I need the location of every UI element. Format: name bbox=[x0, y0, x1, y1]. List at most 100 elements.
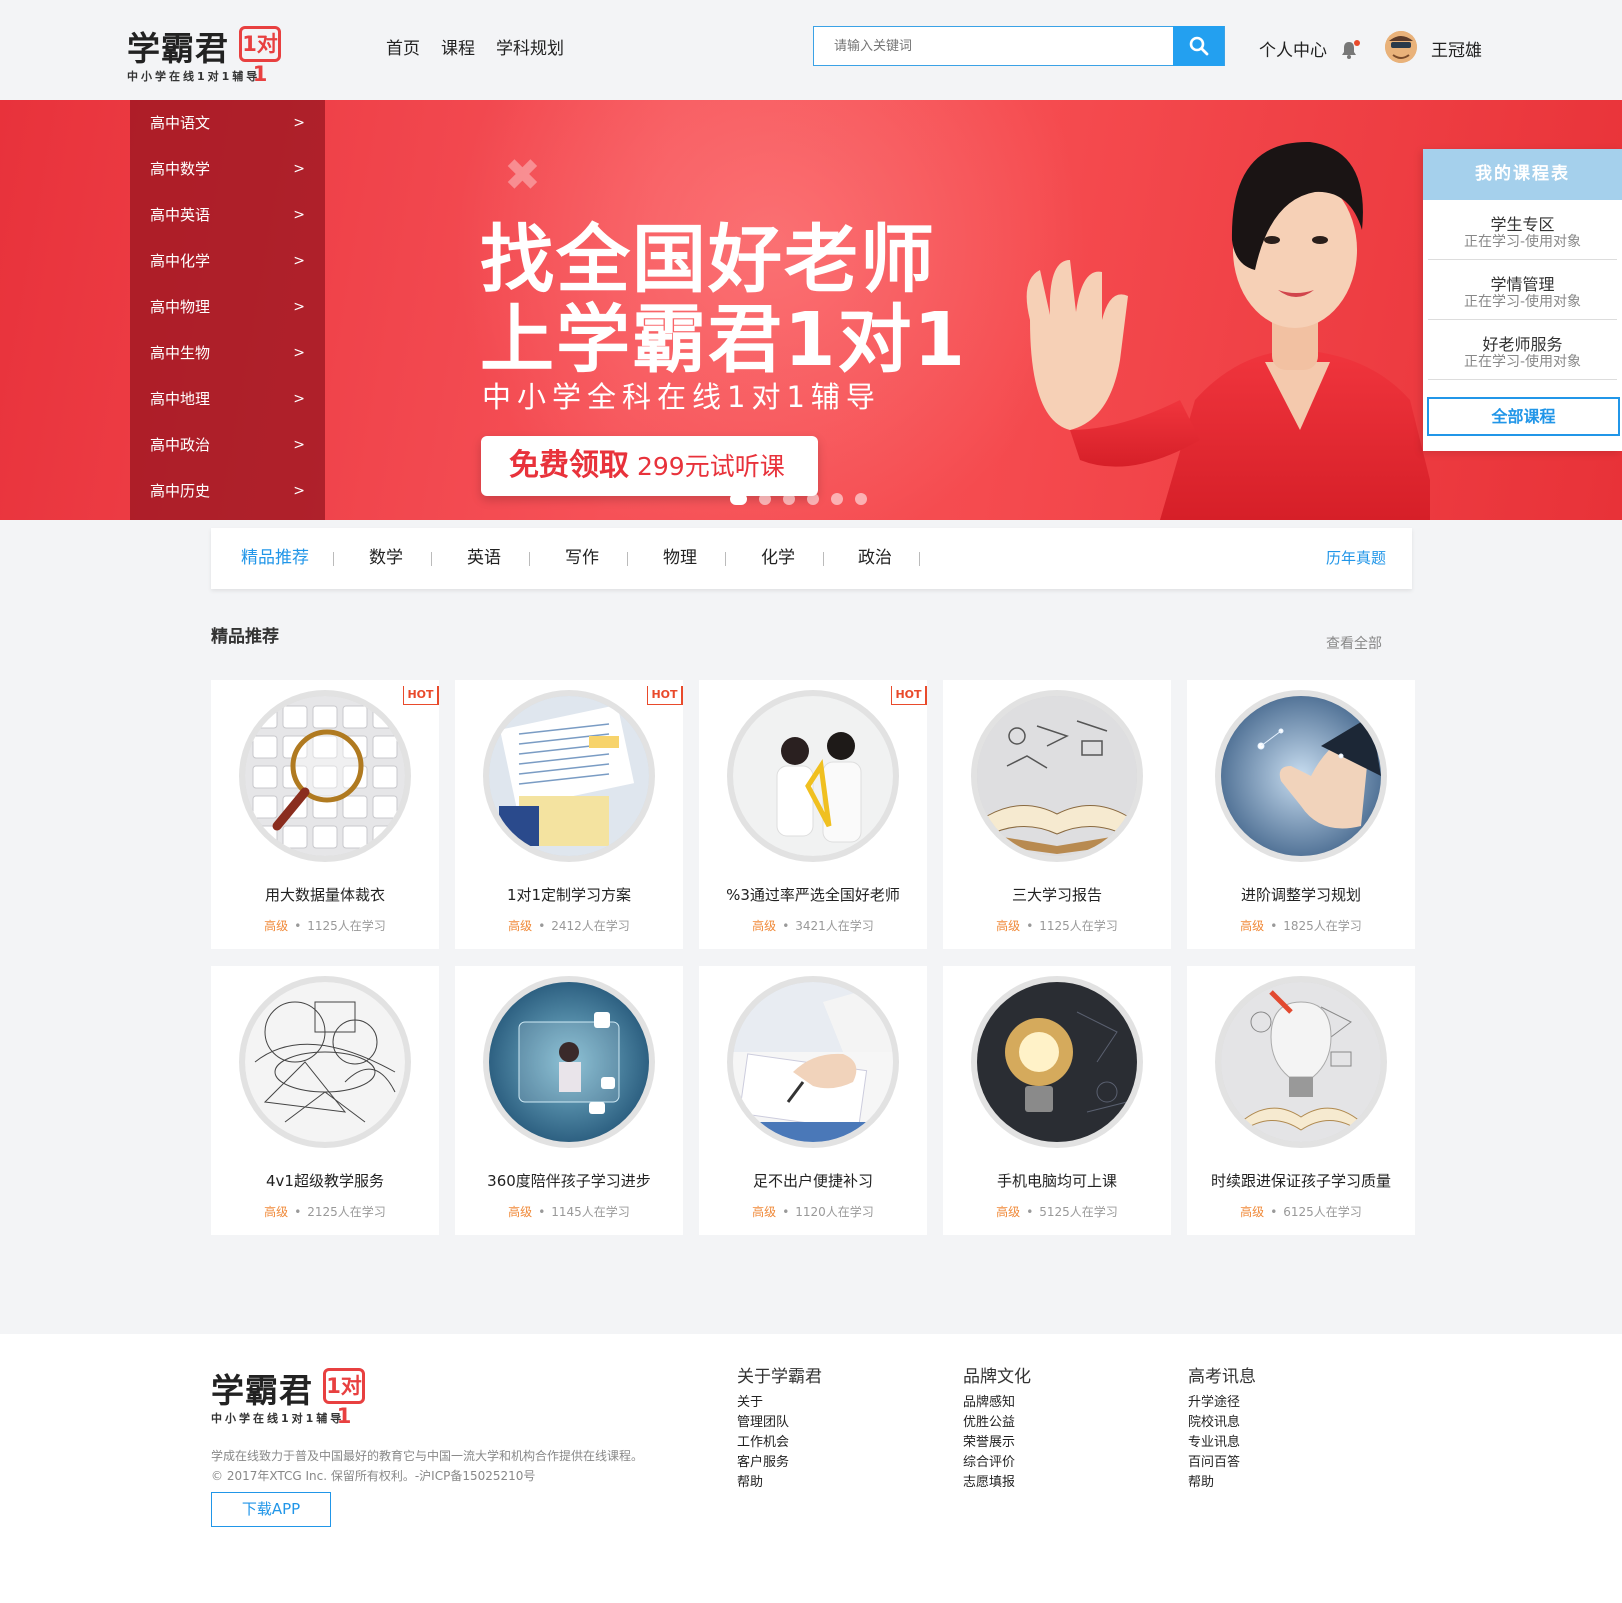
footer-logo[interactable]: 学霸君 1对1 中小学在线1对1辅导 bbox=[211, 1364, 371, 1428]
course-level: 高级 bbox=[996, 919, 1021, 933]
all-courses-button[interactable]: 全部课程 bbox=[1427, 397, 1620, 436]
category-item[interactable]: 高中政治 > bbox=[130, 422, 325, 468]
subject-tab[interactable]: 数学 bbox=[369, 528, 403, 589]
chevron-right-icon: > bbox=[293, 391, 305, 407]
subject-tab[interactable]: 化学 bbox=[761, 528, 795, 589]
meta-separator: • bbox=[782, 1205, 790, 1219]
category-item[interactable]: 高中历史 > bbox=[130, 468, 325, 514]
footer-column-title: 高考讯息 bbox=[1188, 1367, 1256, 1387]
course-card[interactable]: HOT %3通过率严选全国好老师 高级 • 3421人在学习 bbox=[699, 680, 927, 949]
course-card[interactable]: 时续跟进保证孩子学习质量 高级 • 6125人在学习 bbox=[1187, 966, 1415, 1235]
carousel-dot[interactable] bbox=[759, 493, 771, 505]
meta-separator: • bbox=[1026, 919, 1034, 933]
course-card[interactable]: 360度陪伴孩子学习进步 高级 • 1145人在学习 bbox=[455, 966, 683, 1235]
hot-badge: HOT bbox=[403, 686, 439, 705]
user-center-link[interactable]: 个人中心 bbox=[1259, 36, 1327, 61]
course-card[interactable]: HOT 用大数据量体裁衣 高级 • 1125人在学习 bbox=[211, 680, 439, 949]
meta-separator: • bbox=[294, 1205, 302, 1219]
course-card[interactable]: 三大学习报告 高级 • 1125人在学习 bbox=[943, 680, 1171, 949]
category-item[interactable]: 高中英语 > bbox=[130, 192, 325, 238]
schedule-item-study-management[interactable]: 学情管理 正在学习-使用对象 bbox=[1428, 260, 1617, 320]
course-image bbox=[245, 982, 405, 1142]
course-meta: 高级 • 1825人在学习 bbox=[1187, 917, 1415, 934]
subject-tab[interactable]: 物理 bbox=[663, 528, 697, 589]
search-icon bbox=[1189, 36, 1208, 56]
footer-link[interactable]: 综合评价 bbox=[963, 1453, 1031, 1473]
course-card[interactable]: HOT 1对1定制学习方案高级 • 2412人在学习 bbox=[455, 680, 683, 949]
footer-link[interactable]: 帮助 bbox=[1188, 1473, 1256, 1493]
course-card[interactable]: 足不出户便捷补习 高级 • 1120人在学习 bbox=[699, 966, 927, 1235]
hot-badge: HOT bbox=[647, 686, 683, 705]
footer-link[interactable]: 优胜公益 bbox=[963, 1413, 1031, 1433]
search-button[interactable] bbox=[1173, 26, 1224, 66]
course-level: 高级 bbox=[1240, 919, 1265, 933]
schedule-item-student-zone[interactable]: 学生专区 正在学习-使用对象 bbox=[1428, 200, 1617, 260]
view-all-link[interactable]: 查看全部 bbox=[1326, 633, 1382, 653]
schedule-item-teacher-service[interactable]: 好老师服务 正在学习-使用对象 bbox=[1428, 320, 1617, 380]
course-card[interactable]: 进阶调整学习规划 高级 • 1825人在学习 bbox=[1187, 680, 1415, 949]
category-label: 高中物理 bbox=[150, 298, 211, 316]
course-learners: 6125人在学习 bbox=[1283, 1205, 1362, 1219]
search-input[interactable] bbox=[814, 27, 1174, 65]
footer-link[interactable]: 荣誉展示 bbox=[963, 1433, 1031, 1453]
subject-tab[interactable]: 政治 bbox=[858, 528, 892, 589]
category-label: 高中语文 bbox=[150, 114, 211, 132]
free-trial-button[interactable]: 免费领取 299元试听课 bbox=[481, 436, 818, 496]
category-label: 高中化学 bbox=[150, 252, 211, 270]
course-title: 时续跟进保证孩子学习质量 bbox=[1210, 1172, 1391, 1190]
course-meta: 高级 • 2412人在学习 bbox=[455, 917, 683, 934]
carousel-dot[interactable] bbox=[855, 493, 867, 505]
brand-logo[interactable]: 学霸君 1对1 中小学在线1对1辅导 bbox=[127, 22, 287, 86]
brand-name: 学霸君 bbox=[127, 29, 229, 68]
category-item[interactable]: 高中化学 > bbox=[130, 238, 325, 284]
footer-link[interactable]: 专业讯息 bbox=[1188, 1433, 1256, 1453]
footer-link[interactable]: 管理团队 bbox=[737, 1413, 822, 1433]
main-nav: 首页 课程 学科规划 bbox=[386, 34, 564, 59]
download-app-button[interactable]: 下载APP bbox=[211, 1492, 331, 1527]
course-level: 高级 bbox=[1240, 1205, 1265, 1219]
category-item[interactable]: 高中语文 > bbox=[130, 100, 325, 146]
footer-link[interactable]: 升学途径 bbox=[1188, 1393, 1256, 1413]
carousel-dot[interactable] bbox=[783, 493, 795, 505]
course-title: %3通过率严选全国好老师 bbox=[726, 886, 900, 904]
footer-link[interactable]: 关于 bbox=[737, 1393, 822, 1413]
past-exams-link[interactable]: 历年真题 bbox=[1326, 528, 1386, 589]
course-card[interactable]: 手机电脑均可上课 高级 • 5125人在学习 bbox=[943, 966, 1171, 1235]
category-item[interactable]: 高中地理 > bbox=[130, 376, 325, 422]
course-meta: 高级 • 1125人在学习 bbox=[943, 917, 1171, 934]
course-card[interactable]: 4v1超级教学服务 高级 • 2125人在学习 bbox=[211, 966, 439, 1235]
course-meta: 高级 • 5125人在学习 bbox=[943, 1203, 1171, 1220]
footer-link[interactable]: 院校讯息 bbox=[1188, 1413, 1256, 1433]
footer-link[interactable]: 客户服务 bbox=[737, 1453, 822, 1473]
course-meta: 高级 • 1125人在学习 bbox=[211, 917, 439, 934]
chevron-right-icon: > bbox=[293, 483, 305, 499]
course-title: 1对1定制学习方案 bbox=[506, 886, 632, 904]
subject-tab[interactable]: 精品推荐 bbox=[241, 528, 309, 589]
course-learners: 2125人在学习 bbox=[307, 1205, 386, 1219]
category-item[interactable]: 高中物理 > bbox=[130, 284, 325, 330]
category-item[interactable]: 高中数学 > bbox=[130, 146, 325, 192]
course-level: 高级 bbox=[752, 1205, 777, 1219]
chevron-right-icon: > bbox=[293, 253, 305, 269]
course-learners: 1125人在学习 bbox=[307, 919, 386, 933]
footer-link[interactable]: 工作机会 bbox=[737, 1433, 822, 1453]
carousel-dot[interactable] bbox=[831, 493, 843, 505]
subject-tab[interactable]: 英语 bbox=[467, 528, 501, 589]
category-item[interactable]: 高中生物 > bbox=[130, 330, 325, 376]
nav-home[interactable]: 首页 bbox=[386, 34, 420, 59]
banner-headline-2: 上学霸君1对1 bbox=[480, 297, 967, 383]
brand-tagline: 中小学在线1对1辅导 bbox=[127, 70, 261, 83]
nav-courses[interactable]: 课程 bbox=[441, 34, 475, 59]
carousel-dot[interactable] bbox=[730, 493, 747, 505]
course-level: 高级 bbox=[508, 919, 533, 933]
avatar[interactable] bbox=[1385, 31, 1417, 63]
username[interactable]: 王冠雄 bbox=[1431, 36, 1482, 61]
tab-divider bbox=[919, 552, 920, 566]
footer-link[interactable]: 品牌感知 bbox=[963, 1393, 1031, 1413]
footer-link[interactable]: 帮助 bbox=[737, 1473, 822, 1493]
nav-subject-planning[interactable]: 学科规划 bbox=[496, 34, 564, 59]
subject-tab[interactable]: 写作 bbox=[565, 528, 599, 589]
carousel-dot[interactable] bbox=[807, 493, 819, 505]
footer-link[interactable]: 志愿填报 bbox=[963, 1473, 1031, 1493]
footer-link[interactable]: 百问百答 bbox=[1188, 1453, 1256, 1473]
